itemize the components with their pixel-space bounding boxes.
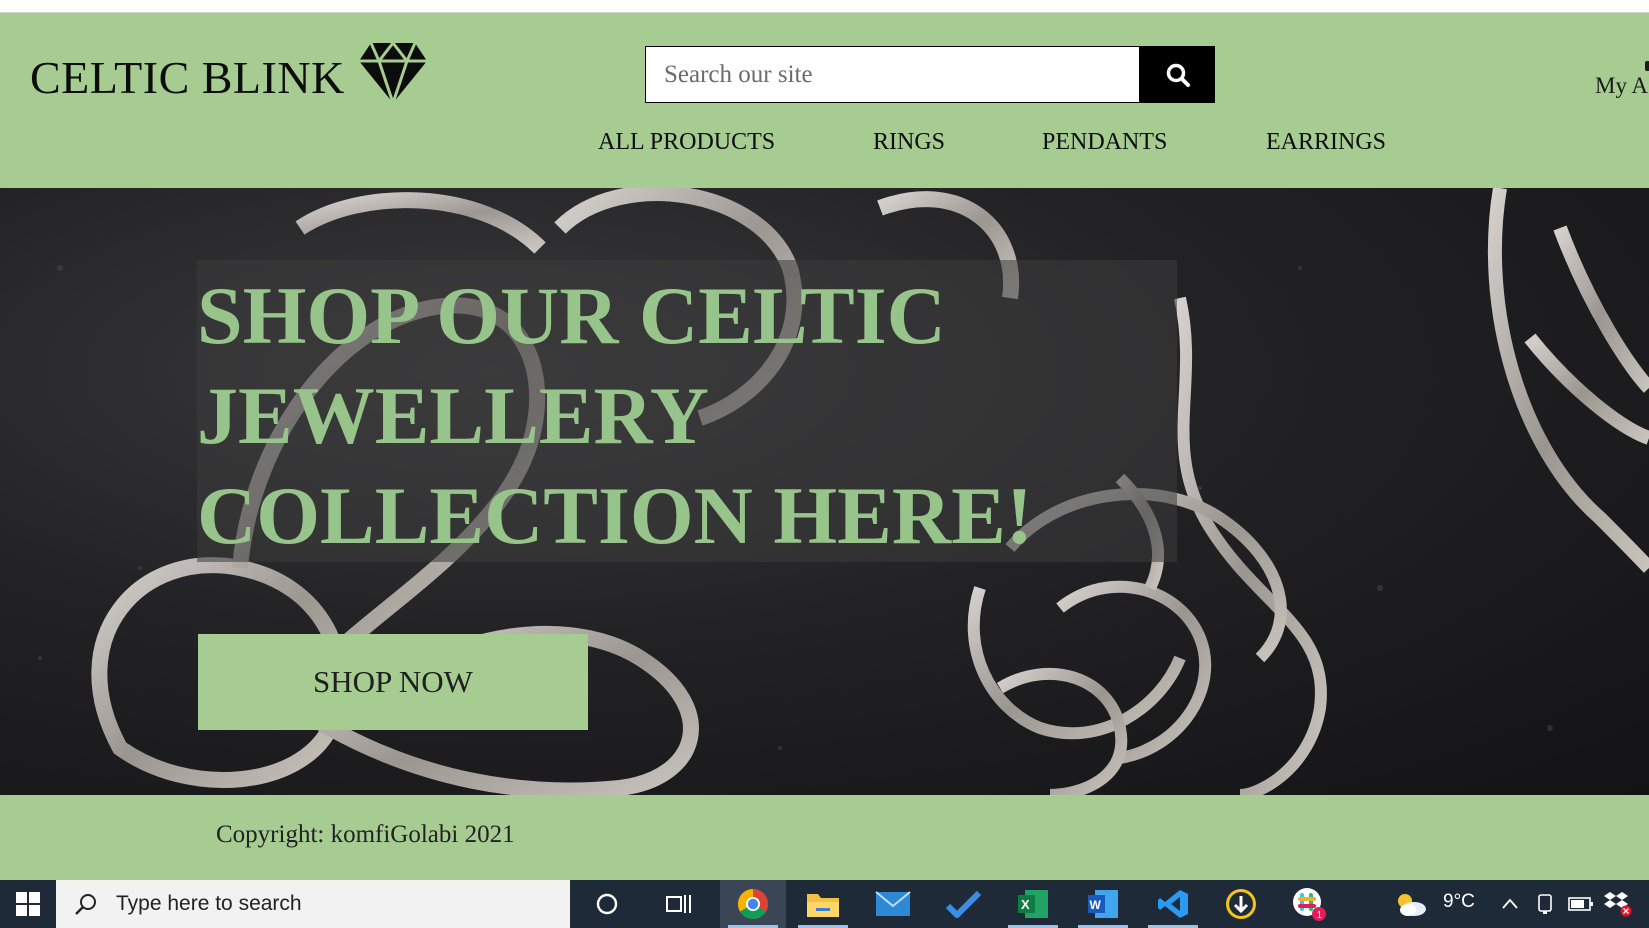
weather-temperature: 9°C bbox=[1443, 891, 1475, 912]
download-icon bbox=[1226, 889, 1256, 919]
account-icon[interactable] bbox=[1645, 61, 1649, 71]
nav-rings[interactable]: RINGS bbox=[873, 129, 945, 156]
vscode-button[interactable] bbox=[1140, 880, 1206, 928]
cortana-icon bbox=[596, 893, 618, 915]
battery-icon[interactable] bbox=[1568, 894, 1594, 914]
chrome-icon bbox=[737, 889, 769, 920]
task-view-button[interactable] bbox=[646, 880, 712, 928]
slack-button[interactable]: 1 bbox=[1276, 880, 1342, 928]
search-input[interactable] bbox=[645, 46, 1140, 103]
browser-top-strip bbox=[0, 0, 1649, 13]
mail-icon bbox=[875, 891, 911, 916]
brand-name: CELTIC BLINK bbox=[30, 51, 345, 103]
windows-taskbar: Type here to search X W 1 9°C bbox=[0, 880, 1649, 928]
my-account-link[interactable]: My A bbox=[1595, 73, 1648, 99]
file-explorer-button[interactable] bbox=[790, 880, 856, 928]
hero-banner: SHOP OUR CELTIC JEWELLERY COLLECTION HER… bbox=[0, 188, 1649, 795]
svg-text:W: W bbox=[1090, 898, 1102, 912]
file-explorer-icon bbox=[807, 894, 839, 917]
weather-icon bbox=[1398, 894, 1426, 916]
word-button[interactable]: W bbox=[1070, 880, 1136, 928]
download-manager-button[interactable] bbox=[1208, 880, 1274, 928]
nav-all-products[interactable]: ALL PRODUCTS bbox=[598, 129, 775, 156]
todo-button[interactable] bbox=[930, 880, 996, 928]
shop-now-button[interactable]: SHOP NOW bbox=[198, 634, 588, 730]
nav-earrings[interactable]: EARRINGS bbox=[1266, 129, 1386, 156]
diamond-logo-icon bbox=[358, 40, 427, 105]
svg-text:X: X bbox=[1021, 897, 1030, 912]
task-view-icon bbox=[666, 895, 691, 913]
word-icon: W bbox=[1088, 890, 1118, 918]
chrome-taskbar-button[interactable] bbox=[720, 880, 786, 928]
hero-title-line: COLLECTION HERE! bbox=[197, 470, 1034, 561]
vscode-icon bbox=[1158, 890, 1188, 918]
windows-start-icon bbox=[15, 892, 40, 916]
search-icon bbox=[75, 894, 96, 915]
meet-now-icon[interactable] bbox=[1535, 892, 1557, 916]
dropbox-icon[interactable] bbox=[1602, 890, 1632, 918]
hero-title: SHOP OUR CELTIC JEWELLERY COLLECTION HER… bbox=[197, 266, 1177, 566]
cortana-button[interactable] bbox=[574, 880, 640, 928]
search-form bbox=[645, 46, 1240, 103]
nav-pendants[interactable]: PENDANTS bbox=[1042, 129, 1167, 156]
excel-button[interactable]: X bbox=[1000, 880, 1066, 928]
taskbar-search-text: Type here to search bbox=[116, 892, 302, 915]
weather-widget[interactable] bbox=[1380, 880, 1440, 928]
chevron-up-icon[interactable] bbox=[1500, 894, 1520, 914]
hero-title-line: SHOP OUR CELTIC bbox=[197, 270, 946, 361]
site-footer: Copyright: komfiGolabi 2021 bbox=[0, 795, 1649, 880]
main-nav: ALL PRODUCTS RINGS PENDANTS EARRINGS bbox=[0, 129, 1649, 169]
hero-title-line: JEWELLERY bbox=[197, 370, 710, 461]
brand-home-link[interactable]: CELTIC BLINK bbox=[30, 40, 429, 105]
search-button[interactable] bbox=[1140, 46, 1215, 103]
taskbar-search-box[interactable]: Type here to search bbox=[56, 880, 570, 928]
search-icon bbox=[1166, 63, 1190, 87]
copyright-text: Copyright: komfiGolabi 2021 bbox=[216, 821, 515, 848]
mail-button[interactable] bbox=[860, 880, 926, 928]
todo-icon bbox=[945, 890, 981, 918]
slack-icon: 1 bbox=[1293, 888, 1326, 921]
excel-icon: X bbox=[1018, 890, 1048, 918]
start-button[interactable] bbox=[0, 880, 55, 928]
site-header: CELTIC BLINK My A ALL PRODUCTS RINGS PEN… bbox=[0, 13, 1649, 188]
slack-notification-badge: 1 bbox=[1317, 910, 1323, 921]
